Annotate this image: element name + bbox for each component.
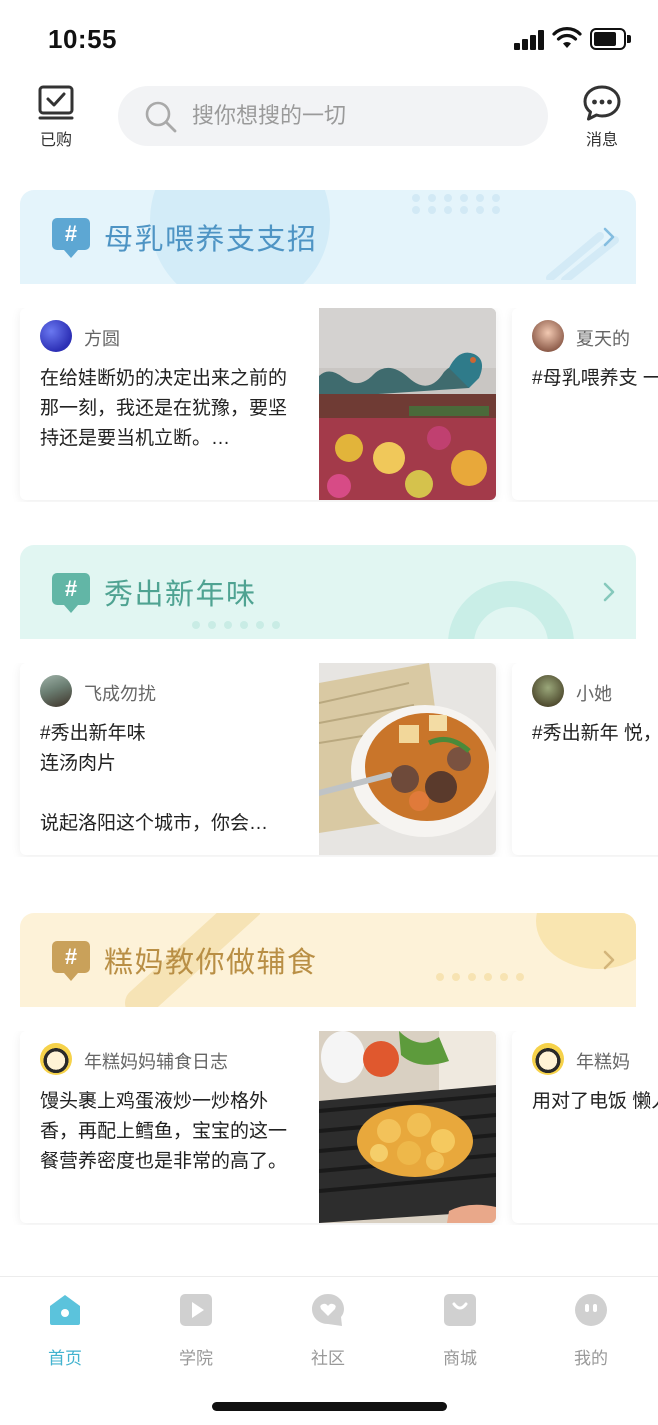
search-icon	[145, 101, 177, 133]
post-author: 飞成勿扰	[84, 684, 156, 704]
post-author: 方圆	[84, 329, 120, 349]
status-bar: 10:55	[0, 0, 658, 76]
purchased-button[interactable]: 已购	[26, 84, 86, 150]
hashtag-icon: #	[52, 573, 90, 613]
messages-label: 消息	[585, 132, 618, 149]
post-card[interactable]: 年糕妈妈辅食日志 馒头裹上鸡蛋液炒一炒格外香，再配上鳕鱼，宝宝的这一餐营养密度也…	[20, 1031, 496, 1223]
post-excerpt: 馒头裹上鸡蛋液炒一炒格外香，再配上鳕鱼，宝宝的这一餐营养密度也是非常的高了。	[40, 1091, 288, 1172]
topic-cards: 飞成勿扰 #秀出新年味 连汤肉片 说起洛阳这个城市，你会… 小她 #秀出新年 悦	[0, 663, 658, 857]
hashtag-icon: #	[52, 218, 90, 258]
post-card[interactable]: 飞成勿扰 #秀出新年味 连汤肉片 说起洛阳这个城市，你会…	[20, 663, 496, 855]
post-excerpt: #秀出新年 悦，幸福， 绕着我的心 宝，有年糕	[532, 723, 658, 744]
post-card[interactable]: 夏天的 #母乳喂养支 一定是有兴 遇到的问题 及，那么我	[512, 308, 658, 500]
topic-section-baby-food: # 糕妈教你做辅食 年糕妈妈辅食日志 馒头裹上鸡蛋液炒一炒格外香，再配上鳕鱼，宝…	[0, 913, 658, 1253]
topic-title: 秀出新年味	[104, 579, 257, 611]
topic-cards: 年糕妈妈辅食日志 馒头裹上鸡蛋液炒一炒格外香，再配上鳕鱼，宝宝的这一餐营养密度也…	[0, 1031, 658, 1225]
search-input[interactable]	[192, 96, 522, 136]
post-author: 年糕妈妈辅食日志	[84, 1052, 228, 1072]
message-bubble-icon	[583, 85, 621, 121]
topic-section-new-year: # 秀出新年味 飞成勿扰 #秀出新年味 连汤肉片 说起洛阳这个城市，你会… 小她…	[0, 545, 658, 885]
play-icon	[180, 1294, 212, 1326]
post-card[interactable]: 小她 #秀出新年 悦，幸福， 绕着我的心 宝，有年糕	[512, 663, 658, 855]
post-excerpt: #母乳喂养支 一定是有兴 遇到的问题 及，那么我	[532, 368, 658, 389]
search-bar[interactable]	[118, 86, 548, 146]
post-card[interactable]: 方圆 在给娃断奶的决定出来之前的那一刻，我还是在犹豫，要坚持还是要当机立断。…	[20, 308, 496, 500]
purchased-label: 已购	[39, 132, 72, 149]
tab-home[interactable]: 首页	[25, 1293, 105, 1369]
chevron-right-icon	[603, 950, 615, 970]
battery-icon	[590, 28, 632, 50]
tab-label: 商城	[443, 1349, 477, 1368]
topic-cards: 方圆 在给娃断奶的决定出来之前的那一刻，我还是在犹豫，要坚持还是要当机立断。…	[0, 308, 658, 502]
topic-banner[interactable]: # 母乳喂养支支招	[20, 190, 636, 284]
purchased-icon	[38, 85, 74, 120]
chevron-right-icon	[603, 227, 615, 247]
post-card[interactable]: 年糕妈 用对了电饭 懒人美食博	[512, 1031, 658, 1223]
signal-icon	[514, 30, 546, 50]
shopping-bag-icon	[444, 1294, 476, 1326]
landscape-avatar	[40, 675, 72, 707]
child-avatar	[532, 675, 564, 707]
flower-dragon-photo	[319, 308, 496, 500]
topic-banner[interactable]: # 秀出新年味	[20, 545, 636, 639]
face-icon	[575, 1294, 607, 1326]
post-author: 夏天的	[576, 329, 630, 349]
post-excerpt: 用对了电饭 懒人美食博	[532, 1091, 658, 1112]
soup-bowl-photo	[319, 663, 496, 855]
topic-banner[interactable]: # 糕妈教你做辅食	[20, 913, 636, 1007]
post-author: 年糕妈	[576, 1052, 630, 1072]
chevron-right-icon	[603, 582, 615, 602]
topic-title: 糕妈教你做辅食	[104, 947, 318, 979]
tab-mall[interactable]: 商城	[420, 1293, 500, 1369]
tab-academy[interactable]: 学院	[156, 1293, 236, 1369]
header: 已购 消息	[0, 78, 658, 158]
tab-label: 学院	[179, 1349, 213, 1368]
cartoon-mom-avatar	[40, 1043, 72, 1075]
cartoon-mom-avatar	[532, 1043, 564, 1075]
child-avatar	[532, 320, 564, 352]
tab-label: 首页	[48, 1349, 82, 1368]
tab-label: 我的	[574, 1349, 608, 1368]
egg-bread-dish-photo	[319, 1031, 496, 1223]
topic-title: 母乳喂养支支招	[104, 224, 318, 256]
tab-community[interactable]: 社区	[288, 1293, 368, 1369]
heart-bubble-icon	[312, 1294, 344, 1326]
status-time: 10:55	[48, 24, 117, 54]
wifi-icon	[552, 27, 582, 48]
hashtag-icon: #	[52, 941, 90, 981]
tab-label: 社区	[311, 1349, 345, 1368]
post-author: 小她	[576, 684, 612, 704]
home-indicator	[212, 1402, 447, 1411]
post-excerpt: 在给娃断奶的决定出来之前的那一刻，我还是在犹豫，要坚持还是要当机立断。…	[40, 368, 288, 449]
home-icon	[50, 1295, 80, 1325]
blue-avatar	[40, 320, 72, 352]
post-excerpt: #秀出新年味 连汤肉片 说起洛阳这个城市，你会…	[40, 723, 269, 834]
messages-button[interactable]: 消息	[572, 84, 632, 150]
topic-section-breastfeeding: # 母乳喂养支支招 方圆 在给娃断奶的决定出来之前的那一刻，我还是在犹豫，要坚持…	[0, 190, 658, 530]
tab-profile[interactable]: 我的	[551, 1293, 631, 1369]
